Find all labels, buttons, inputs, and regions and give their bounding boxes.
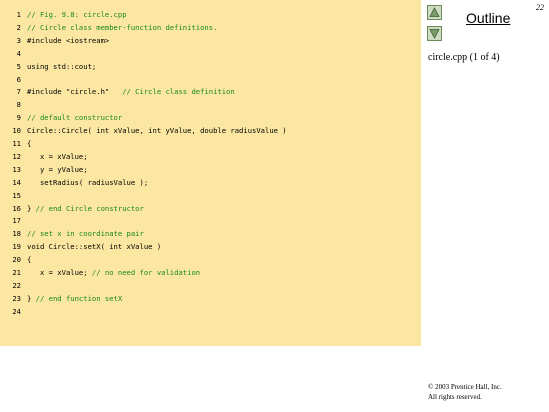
code-text: void Circle::setX( int xValue )	[27, 241, 161, 253]
code-line: 6	[0, 74, 421, 86]
code-text: Circle::Circle( int xValue, int yValue, …	[27, 125, 287, 137]
code-line: 11 {	[0, 138, 421, 150]
code-text: } // end Circle constructor	[27, 203, 144, 215]
code-text: // set x in coordinate pair	[27, 228, 144, 240]
triangle-down-icon	[429, 29, 440, 39]
code-line: 13 y = yValue;	[0, 164, 421, 176]
page-number: 22	[536, 3, 544, 12]
code-token: Circle::Circle( int xValue, int yValue, …	[27, 126, 287, 136]
code-token: #include "circle.h"	[27, 87, 123, 97]
code-text: using std::cout;	[27, 61, 96, 73]
line-number: 6	[16, 74, 21, 84]
code-text: #include <iostream>	[27, 35, 109, 47]
code-comment: // Fig. 9.8: circle.cpp	[27, 10, 127, 19]
code-token: }	[27, 203, 36, 213]
line-number: 13	[12, 164, 21, 174]
code-text: x = xValue; // no need for validation	[27, 267, 200, 279]
code-line: 5 using std::cout;	[0, 61, 421, 73]
code-line: 18 // set x in coordinate pair	[0, 228, 421, 240]
code-line: 2 // Circle class member-function definit…	[0, 22, 421, 34]
line-number: 14	[12, 177, 21, 187]
line-number: 1	[16, 10, 21, 19]
line-number: 24	[12, 306, 21, 316]
code-token: {	[27, 255, 32, 265]
line-number: 10	[12, 126, 21, 136]
line-number: 22	[12, 280, 21, 290]
line-number: 8	[16, 100, 21, 110]
code-token: {	[27, 139, 32, 148]
previous-slide-button[interactable]	[427, 5, 442, 20]
code-token: x = xValue;	[27, 151, 88, 161]
copyright-line-2: All rights reserved.	[428, 393, 482, 401]
line-number: 5	[16, 61, 21, 71]
code-text: // default constructor	[27, 112, 122, 124]
code-line: 1 // Fig. 9.8: circle.cpp	[0, 9, 421, 21]
code-token: y = yValue;	[27, 164, 88, 174]
line-number: 20	[12, 255, 21, 265]
code-text: {	[27, 138, 31, 150]
code-line: 15	[0, 190, 421, 202]
code-line: 16} // end Circle constructor	[0, 203, 421, 215]
line-number: 7	[16, 87, 21, 97]
line-number: 15	[12, 190, 21, 200]
code-text: {	[27, 254, 31, 266]
code-text: #include "circle.h" // Circle class defi…	[27, 86, 235, 98]
code-comment: // end Circle constructor	[35, 203, 144, 213]
line-number: 23	[12, 293, 21, 303]
code-comment: // set x in coordinate pair	[27, 229, 144, 239]
code-line: 19 void Circle::setX( int xValue )	[0, 241, 421, 253]
code-line: 23} // end function setX	[0, 293, 421, 305]
code-token: #include <iostream>	[27, 35, 110, 45]
line-number: 21	[12, 268, 21, 277]
code-text: } // end function setX	[27, 293, 122, 305]
code-comment: // Circle class member-function definiti…	[27, 22, 218, 32]
code-text: y = yValue;	[27, 164, 88, 176]
code-token: void Circle::setX( int xValue )	[27, 242, 162, 252]
line-number: 12	[12, 151, 21, 161]
code-line: 20 {	[0, 254, 421, 266]
code-comment: // Circle class definition	[122, 87, 235, 97]
line-number: 18	[12, 229, 21, 239]
code-line: 3 #include <iostream>	[0, 35, 421, 47]
code-text: x = xValue;	[27, 151, 88, 163]
next-slide-button[interactable]	[427, 26, 442, 41]
code-line: 21 x = xValue; // no need for validation	[0, 267, 421, 279]
line-number: 3	[16, 35, 21, 45]
line-number: 19	[12, 242, 21, 252]
code-line: 17	[0, 215, 421, 227]
code-comment: // default constructor	[27, 113, 123, 123]
code-line: 9 // default constructor	[0, 112, 421, 124]
code-line: 14 setRadius( radiusValue );	[0, 177, 421, 189]
code-listing-panel: 1 // Fig. 9.8: circle.cpp 2 // Circle class…	[0, 0, 421, 346]
file-label: circle.cpp (1 of 4)	[428, 52, 500, 63]
outline-link[interactable]: Outline	[466, 10, 510, 26]
line-number: 2	[16, 22, 21, 32]
code-token: x = xValue;	[27, 268, 92, 277]
code-line: 8	[0, 99, 421, 111]
code-line: 12 x = xValue;	[0, 151, 421, 163]
line-number: 4	[16, 48, 21, 58]
line-number: 17	[12, 216, 21, 226]
copyright-notice: © 2003 Prentice Hall, Inc. All rights re…	[428, 382, 502, 402]
line-number: 16	[12, 203, 21, 213]
code-line: 22	[0, 280, 421, 292]
code-text: setRadius( radiusValue );	[27, 177, 148, 189]
code-line: 24	[0, 306, 421, 318]
code-line: 4	[0, 48, 421, 60]
line-number: 9	[16, 113, 21, 123]
code-token: }	[27, 293, 36, 303]
code-token: using std::cout;	[27, 61, 97, 71]
code-text: // Circle class member-function definiti…	[27, 22, 217, 34]
code-text: // Fig. 9.8: circle.cpp	[27, 9, 127, 21]
code-comment: // no need for validation	[91, 268, 201, 277]
copyright-line-1: © 2003 Prentice Hall, Inc.	[428, 383, 502, 391]
code-comment: // end function setX	[35, 293, 123, 303]
code-token: setRadius( radiusValue );	[27, 177, 149, 187]
code-line: 7 #include "circle.h" // Circle class def…	[0, 86, 421, 98]
code-line: 10 Circle::Circle( int xValue, int yValue…	[0, 125, 421, 137]
line-number: 11	[12, 139, 21, 148]
triangle-up-icon	[429, 7, 440, 17]
